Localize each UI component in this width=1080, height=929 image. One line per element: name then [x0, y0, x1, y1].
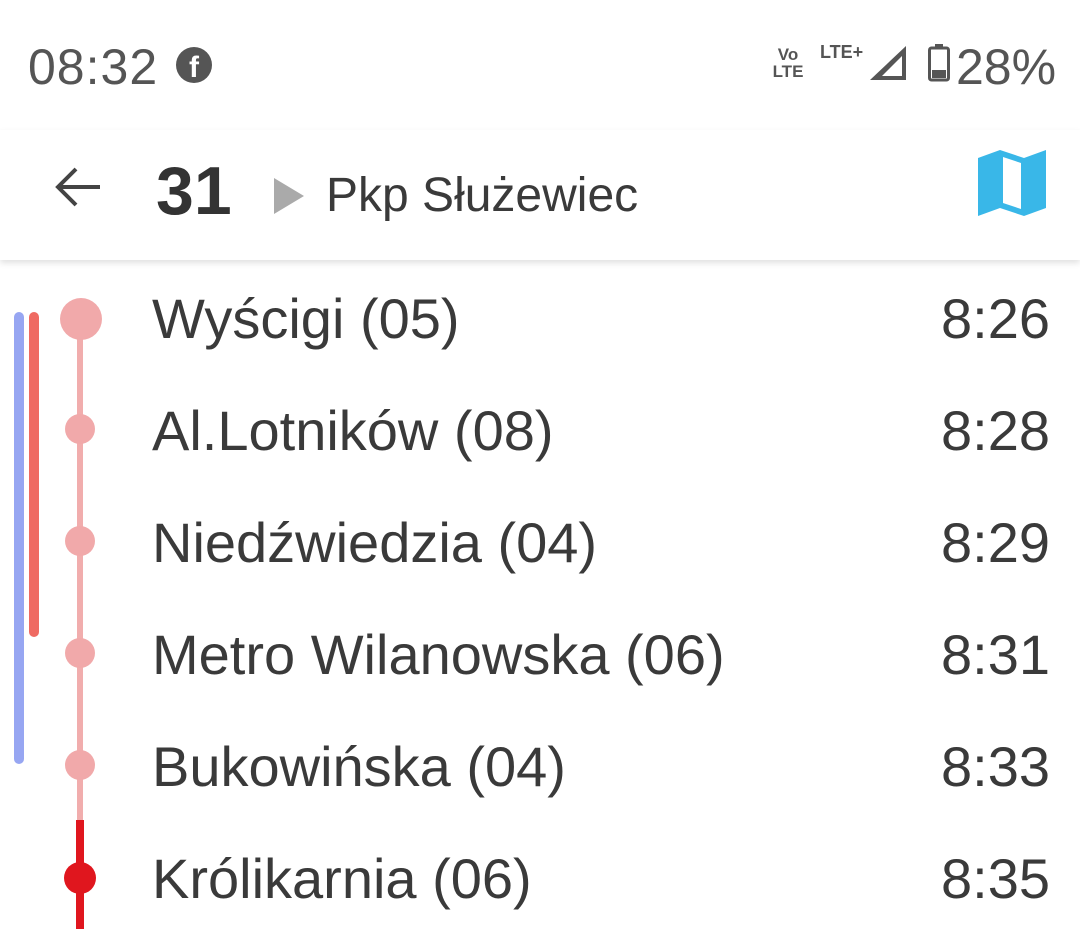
stop-time: 8:26 — [941, 287, 1050, 350]
volte-icon: Vo LTE — [768, 46, 808, 80]
stop-time: 8:29 — [941, 511, 1050, 574]
arrow-left-icon[interactable] — [54, 162, 104, 212]
stop-row[interactable]: Bukowińska (04) 8:33 — [0, 710, 1080, 822]
stop-row[interactable]: Metro Wilanowska (06) 8:31 — [0, 598, 1080, 710]
facebook-icon: f — [176, 47, 212, 83]
status-bar: 08:32 f Vo LTE LTE+ 28% — [0, 0, 1080, 130]
volte-bottom-label: LTE — [772, 62, 804, 81]
stop-row[interactable]: Niedźwiedzia (04) 8:29 — [0, 486, 1080, 598]
signal-icon — [870, 46, 906, 80]
stop-time: 8:35 — [941, 847, 1050, 910]
stop-time: 8:31 — [941, 623, 1050, 686]
direction-label: Pkp Służewiec — [326, 169, 639, 222]
stop-name: Bukowińska (04) — [152, 735, 566, 798]
toolbar: 31 Pkp Służewiec — [0, 130, 1080, 260]
stop-time: 8:28 — [941, 399, 1050, 462]
play-arrow-icon — [274, 178, 304, 214]
stop-row[interactable]: Al.Lotników (08) 8:28 — [0, 374, 1080, 486]
stop-name: Królikarnia (06) — [152, 847, 532, 910]
stop-dot — [65, 414, 95, 444]
stop-dot-current — [64, 862, 96, 894]
map-icon[interactable] — [976, 148, 1048, 218]
volte-top-label: Vo — [777, 45, 799, 64]
stop-dot — [60, 298, 102, 340]
stop-dot — [65, 750, 95, 780]
stop-name: Al.Lotników (08) — [152, 399, 554, 462]
stop-list: Wyścigi (05) 8:26 Al.Lotników (08) 8:28 … — [0, 262, 1080, 929]
network-type: LTE+ — [820, 42, 864, 62]
stop-dot — [65, 526, 95, 556]
line-number: 31 — [156, 153, 232, 229]
stop-name: Niedźwiedzia (04) — [152, 511, 598, 574]
battery-percentage: 28% — [956, 39, 1057, 95]
stop-name: Wyścigi (05) — [152, 287, 460, 350]
status-time: 08:32 — [28, 39, 159, 95]
stop-row[interactable]: Królikarnia (06) 8:35 — [0, 822, 1080, 929]
stop-row[interactable]: Wyścigi (05) 8:26 — [0, 262, 1080, 374]
stop-dot — [65, 638, 95, 668]
stop-name: Metro Wilanowska (06) — [152, 623, 725, 686]
battery-icon — [928, 44, 950, 82]
stop-time: 8:33 — [941, 735, 1050, 798]
